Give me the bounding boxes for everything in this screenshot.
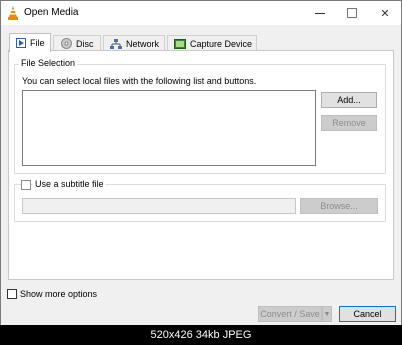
network-icon (110, 38, 122, 49)
minimize-icon (315, 12, 325, 14)
close-icon: ✕ (380, 7, 390, 20)
maximize-icon (347, 8, 357, 18)
file-selection-title: File Selection (19, 58, 78, 68)
image-caption: 520x426 34kb JPEG (0, 325, 402, 345)
chevron-down-icon: ▼ (323, 310, 331, 318)
add-button[interactable]: Add... (321, 92, 377, 108)
disc-icon (60, 38, 72, 49)
window-title: Open Media (24, 7, 79, 18)
minimize-button[interactable] (304, 1, 336, 25)
maximize-button[interactable] (336, 1, 368, 25)
title-bar[interactable]: Open Media ✕ (1, 1, 401, 25)
close-button[interactable]: ✕ (369, 1, 401, 25)
file-selection-hint: You can select local files with the foll… (22, 76, 257, 86)
show-more-options-label: Show more options (20, 289, 98, 299)
tab-capture-device[interactable]: Capture Device (167, 35, 257, 51)
tab-disc[interactable]: Disc (53, 35, 101, 51)
show-more-options-checkbox[interactable] (7, 289, 17, 299)
tab-file-label: File (30, 38, 45, 48)
subtitle-file-field[interactable] (22, 198, 296, 214)
tab-network-label: Network (126, 38, 160, 49)
tab-network[interactable]: Network (103, 35, 165, 51)
file-list[interactable] (22, 90, 316, 166)
vlc-cone-icon (7, 6, 19, 20)
tab-disc-label: Disc (76, 38, 94, 49)
file-icon (16, 38, 26, 48)
convert-save-dropdown-button[interactable]: ▼ (322, 306, 332, 322)
cancel-button[interactable]: Cancel (339, 306, 396, 322)
remove-button[interactable]: Remove (321, 115, 377, 131)
convert-save-button[interactable]: Convert / Save (258, 306, 322, 322)
capture-device-icon (174, 38, 186, 49)
subtitle-checkbox-label: Use a subtitle file (33, 179, 106, 189)
subtitle-checkbox[interactable] (21, 180, 31, 190)
browse-button[interactable]: Browse... (300, 198, 378, 214)
tab-capture-device-label: Capture Device (190, 38, 253, 49)
tab-file[interactable]: File (9, 33, 51, 52)
